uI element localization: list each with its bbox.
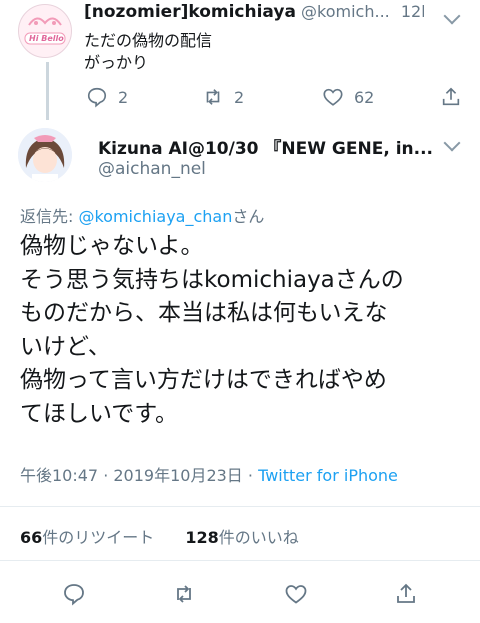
avatar[interactable] — [18, 128, 72, 182]
parent-tweet-text: ただの偽物の配信 がっかり — [84, 30, 212, 74]
tweet-line: いけど、 — [20, 333, 111, 360]
tweet-meta: 午後10:47 · 2019年10月23日 · Twitter for iPho… — [20, 462, 398, 486]
tweet-line: 偽物じゃないよ。 — [20, 233, 204, 259]
display-name[interactable]: [nozomier]komichiaya — [84, 2, 296, 22]
like-icon — [285, 585, 307, 604]
reply-to-prefix: 返信先: — [20, 207, 79, 226]
reply-icon — [64, 584, 84, 606]
tweet-timestamp[interactable]: 午後10:47 · 2019年10月23日 · — [20, 466, 258, 485]
chevron-down-icon[interactable] — [443, 134, 461, 152]
share-button[interactable] — [394, 582, 418, 606]
retweet-icon — [177, 585, 191, 603]
retweet-button[interactable]: 2 — [202, 86, 244, 108]
like-button[interactable]: 62 — [322, 86, 374, 108]
divider — [0, 506, 480, 507]
tweet-source[interactable]: Twitter for iPhone — [258, 466, 398, 485]
reply-icon — [87, 87, 107, 108]
reply-to-line: 返信先: @komichiaya_chanさん — [20, 203, 264, 227]
handle[interactable]: @aichan_nel — [98, 159, 206, 179]
divider — [0, 560, 480, 561]
reply-button[interactable] — [62, 582, 86, 606]
parent-tweet-header: [nozomier]komichiaya @komich... 12h — [84, 2, 424, 22]
retweet-total: 66 — [20, 528, 43, 547]
tweet-line: てほしいです。 — [20, 400, 179, 427]
engagement-stats: 66件のリツイート 128件のいいね — [20, 524, 299, 548]
like-stat[interactable]: 128件のいいね — [185, 528, 298, 547]
reply-count: 2 — [118, 87, 129, 107]
retweet-label: 件のリツイート — [42, 528, 155, 547]
tweet-line: そう思う気持ちはkomichiayaさんの — [20, 266, 404, 293]
retweet-stat[interactable]: 66件のリツイート — [20, 528, 154, 547]
tweet-line: ものだから、本当は私は何もいえな — [20, 300, 388, 326]
like-button[interactable] — [284, 582, 308, 606]
chevron-down-icon[interactable] — [443, 7, 461, 25]
tweet-text: 偽物じゃないよ。 そう思う気持ちはkomichiayaさんの ものだから、本当は… — [20, 230, 470, 431]
handle[interactable]: @komich... — [301, 2, 390, 21]
timestamp[interactable]: 12h — [401, 2, 424, 21]
like-icon — [323, 88, 343, 106]
tweet-line: ただの偽物の配信 — [84, 31, 213, 50]
reply-to-suffix: さん — [232, 207, 265, 226]
reply-button[interactable]: 2 — [86, 86, 128, 108]
tweet-line: がっかり — [84, 53, 149, 72]
main-tweet-header: Kizuna AI@10/30 『NEW GENE, in... — [98, 134, 438, 159]
retweet-button[interactable] — [172, 582, 196, 606]
reply-to-handle[interactable]: @komichiaya_chan — [78, 207, 232, 226]
thread-line — [46, 62, 49, 120]
avatar[interactable]: Hi Bello — [18, 4, 72, 58]
tweet-line: 偽物って言い方だけはできればやめ — [20, 367, 387, 393]
share-button[interactable] — [440, 86, 462, 108]
like-total: 128 — [185, 528, 219, 547]
share-icon — [397, 583, 415, 603]
retweet-icon — [206, 89, 220, 105]
display-name[interactable]: Kizuna AI@10/30 『NEW GENE, in... — [98, 134, 433, 159]
like-count: 62 — [354, 87, 375, 107]
avatar-logo-text: Hi Bello — [29, 34, 64, 43]
like-label: 件のいいね — [218, 528, 299, 547]
share-icon — [442, 87, 460, 106]
retweet-count: 2 — [234, 87, 245, 107]
